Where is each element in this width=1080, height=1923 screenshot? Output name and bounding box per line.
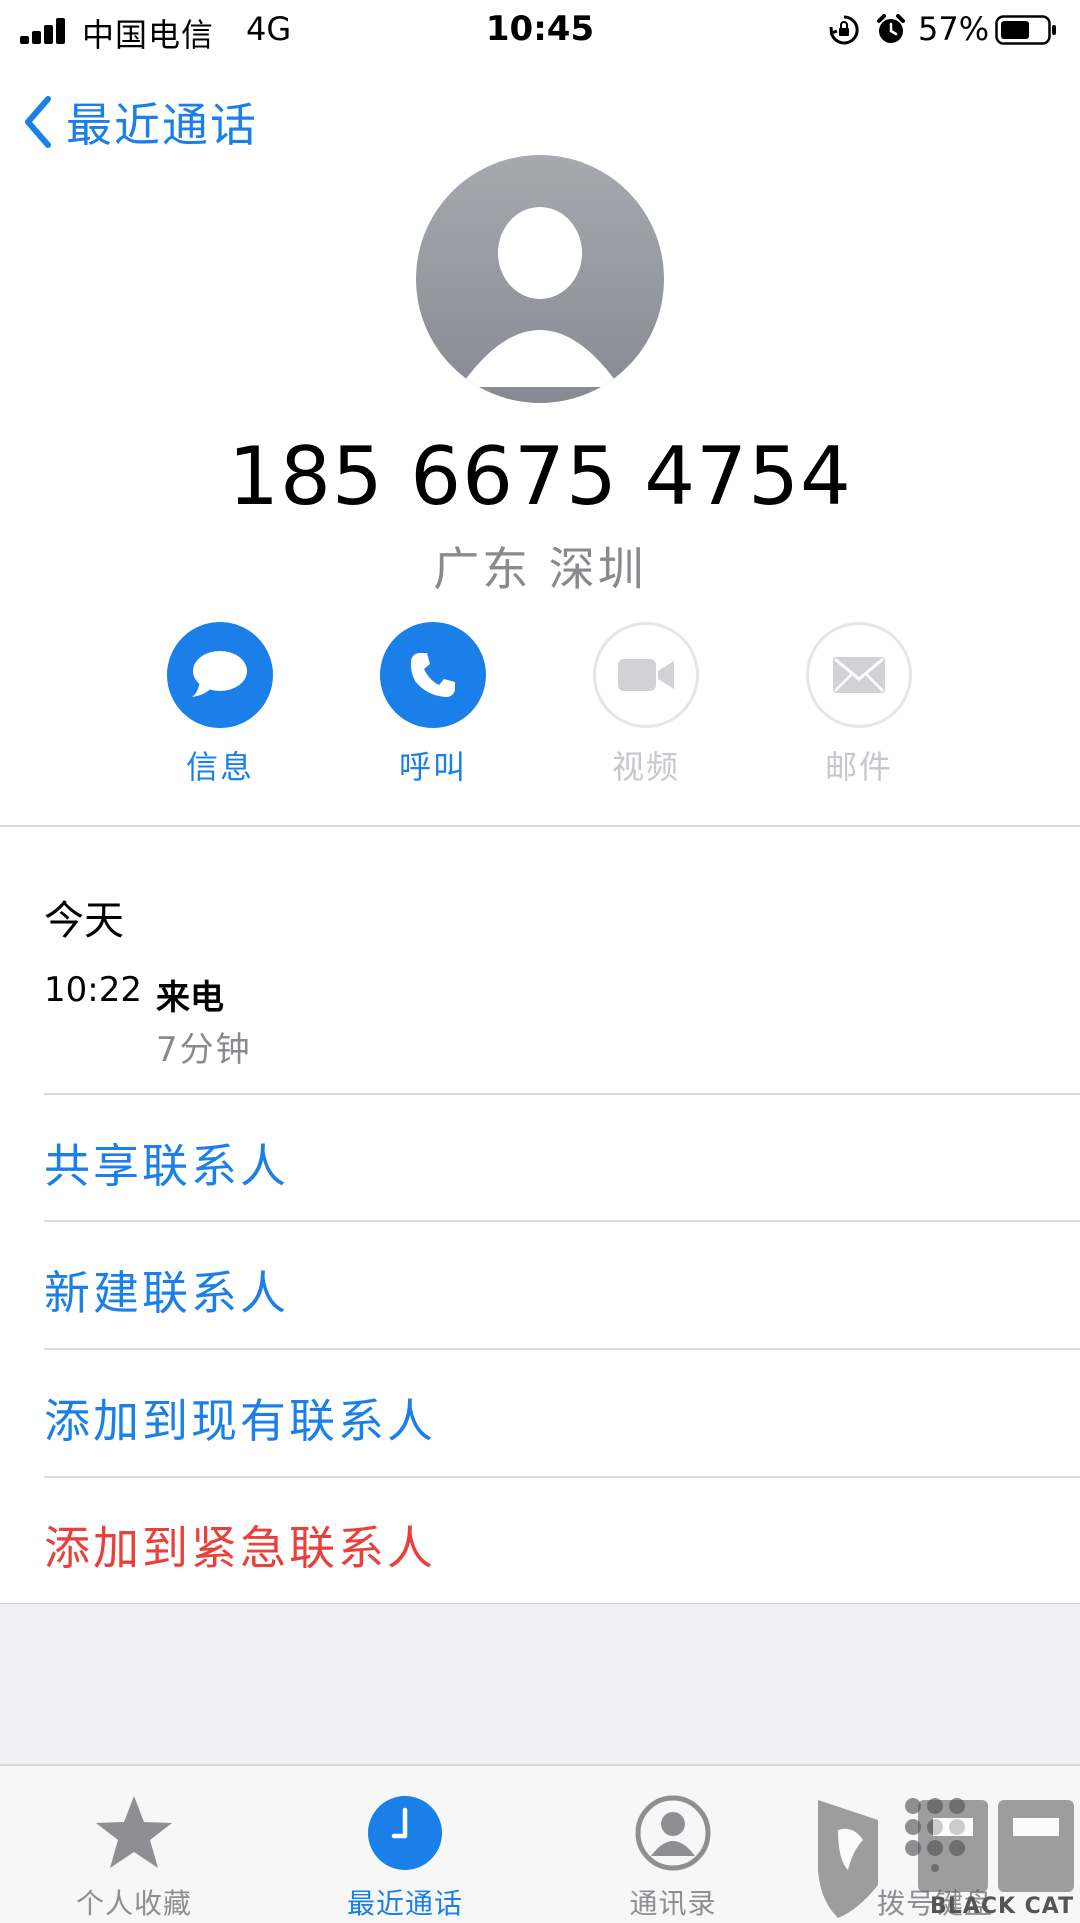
call-duration: 7分钟 [156,1030,252,1070]
back-button-label: 最近通话 [66,98,258,152]
tab-favorites-label: 个人收藏 [75,1887,192,1920]
call-action-button[interactable]: 呼叫 [353,622,513,788]
add-to-existing-contact-button[interactable]: 添加到现有联系人 [44,1385,436,1451]
chevron-left-icon [25,96,51,148]
add-to-emergency-contacts-button[interactable]: 添加到紧急联系人 [44,1512,436,1578]
video-action-label: 视频 [611,748,680,786]
contact-phone-number: 185 6675 4754 [228,430,852,523]
create-contact-button[interactable]: 新建联系人 [44,1257,289,1323]
share-contact-button[interactable]: 共享联系人 [44,1130,289,1196]
divider [44,1476,1080,1478]
message-action-label: 信息 [185,748,254,786]
battery-icon [995,15,1056,45]
rotation-lock-icon [829,15,859,45]
divider [44,1348,1080,1350]
call-history-date: 今天 [44,898,124,944]
tab-contacts-label: 通讯录 [629,1887,717,1920]
mail-action-label: 邮件 [824,748,893,786]
star-icon [96,1796,172,1868]
divider [44,1093,1080,1095]
clock-icon [368,1796,442,1870]
tab-contacts[interactable]: 通讯录 [573,1794,773,1922]
back-button[interactable]: 最近通话 [22,92,258,152]
video-action-button[interactable]: 视频 [566,622,726,788]
grouped-background [0,1604,1080,1764]
tab-recents-label: 最近通话 [346,1887,463,1920]
divider [0,825,1080,827]
contact-avatar-icon [416,155,664,403]
watermark-subtext: BLACK CAT [930,1894,1075,1919]
battery-percentage: 57% [918,10,990,48]
alarm-clock-icon [877,14,905,43]
divider [44,1220,1080,1222]
message-action-button[interactable]: 信息 [140,622,300,788]
mail-action-button[interactable]: 邮件 [779,622,939,788]
tab-recents[interactable]: 最近通话 [305,1794,505,1922]
contact-location: 广东 深圳 [433,542,647,596]
video-camera-icon [593,622,699,728]
call-time: 10:22 [44,970,142,1010]
contacts-icon [635,1795,711,1871]
tab-favorites[interactable]: 个人收藏 [34,1794,234,1922]
envelope-icon [806,622,912,728]
call-action-label: 呼叫 [398,748,467,786]
call-type: 来电 [156,978,224,1018]
message-bubble-icon [167,622,273,728]
phone-icon [380,622,486,728]
status-bar: 中国电信 4G 10:45 57% [0,0,1080,60]
